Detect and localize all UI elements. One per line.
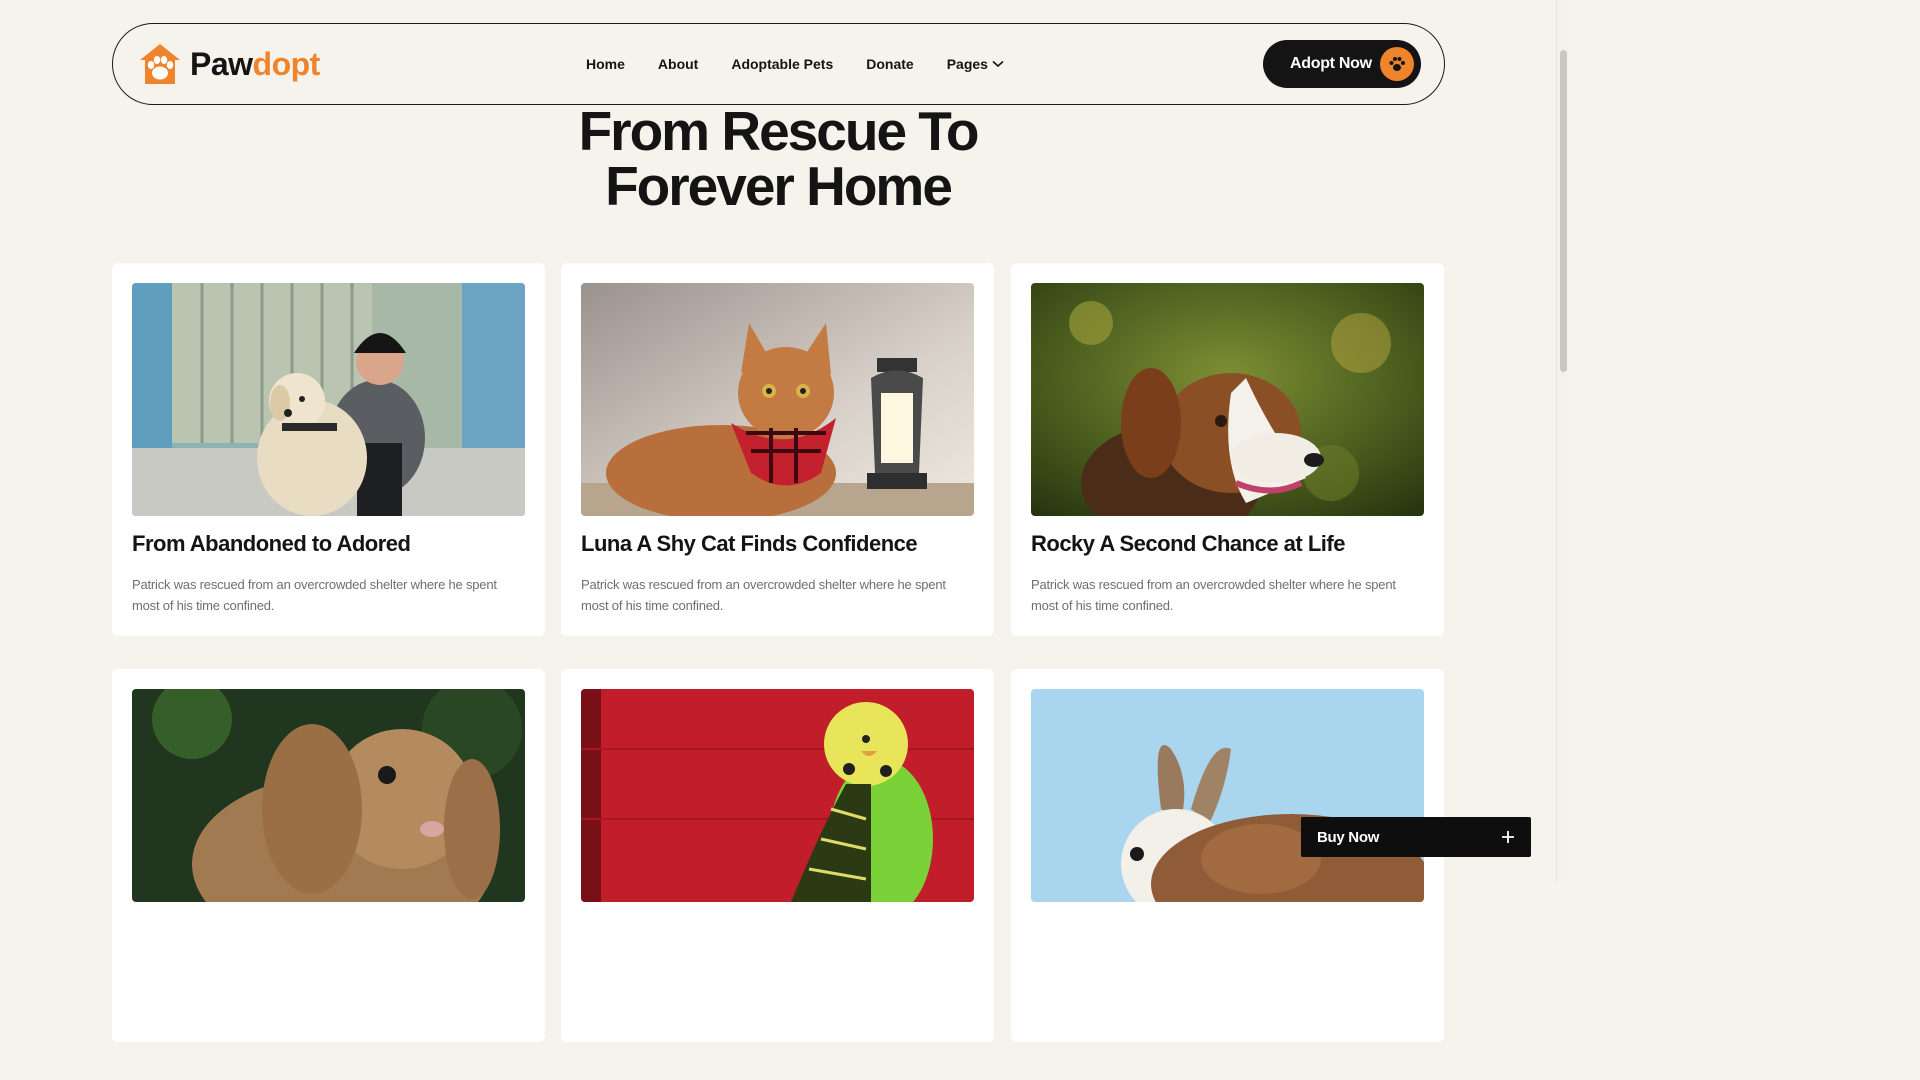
story-title[interactable]: Luna A Shy Cat Finds Confidence: [581, 531, 918, 557]
hero-title-line-2: Forever Home: [605, 155, 953, 217]
story-card[interactable]: Luna A Shy Cat Finds Confidence Patrick …: [561, 263, 994, 636]
woman-with-golden-retriever-photo[interactable]: [132, 283, 525, 516]
nav-donate[interactable]: Donate: [866, 56, 913, 72]
scrollbar-thumb[interactable]: [1560, 50, 1567, 372]
nav-about[interactable]: About: [658, 56, 698, 72]
page: Pawdopt Home About Adoptable Pets Donate…: [0, 0, 1568, 1042]
nav-pages-label: Pages: [946, 56, 988, 72]
story-title[interactable]: Rocky A Second Chance at Life: [1031, 531, 1345, 557]
story-excerpt: Patrick was rescued from an overcrowded …: [581, 577, 946, 613]
adopt-now-label: Adopt Now: [1290, 55, 1372, 72]
buy-now-label: Buy Now: [1317, 828, 1380, 846]
main-nav: Home About Adoptable Pets Donate Pages: [586, 24, 1004, 104]
brand-name: Pawdopt: [190, 46, 320, 83]
paw-house-icon: [140, 44, 180, 84]
story-title[interactable]: From Abandoned to Adored: [132, 531, 411, 557]
brand-name-part-a: Paw: [190, 45, 253, 82]
beagle-photo[interactable]: [1031, 283, 1424, 516]
hero-title: From Rescue To Forever Home: [0, 104, 1556, 214]
nav-pages[interactable]: Pages: [947, 56, 1004, 72]
brand-name-part-b: dopt: [252, 45, 321, 82]
story-excerpt: Patrick was rescued from an overcrowded …: [132, 577, 497, 613]
hero-title-line-1: From Rescue To: [578, 100, 980, 162]
nav-adoptable-pets[interactable]: Adoptable Pets: [731, 56, 833, 72]
nav-home[interactable]: Home: [586, 56, 625, 72]
site-header: Pawdopt Home About Adoptable Pets Donate…: [112, 23, 1445, 105]
story-card[interactable]: [112, 669, 545, 1042]
chevron-down-icon: [992, 60, 1004, 68]
story-card[interactable]: Rocky A Second Chance at Life Patrick wa…: [1011, 263, 1444, 636]
story-card[interactable]: From Abandoned to Adored Patrick was res…: [112, 263, 545, 636]
story-excerpt: Patrick was rescued from an overcrowded …: [1031, 577, 1396, 613]
budgie-parrot-photo[interactable]: [581, 689, 974, 902]
scrollbar[interactable]: [1556, 0, 1568, 882]
plus-icon: [1501, 826, 1515, 848]
tabby-cat-with-bandana-photo[interactable]: [581, 283, 974, 516]
brown-rabbit-photo[interactable]: [1031, 689, 1424, 902]
adopt-now-button[interactable]: Adopt Now: [1263, 40, 1421, 88]
lop-rabbit-photo[interactable]: [132, 689, 525, 902]
story-card[interactable]: [561, 669, 994, 1042]
logo-link[interactable]: Pawdopt: [136, 40, 320, 88]
paw-icon: [1380, 47, 1414, 81]
buy-now-button[interactable]: Buy Now: [1301, 817, 1531, 857]
